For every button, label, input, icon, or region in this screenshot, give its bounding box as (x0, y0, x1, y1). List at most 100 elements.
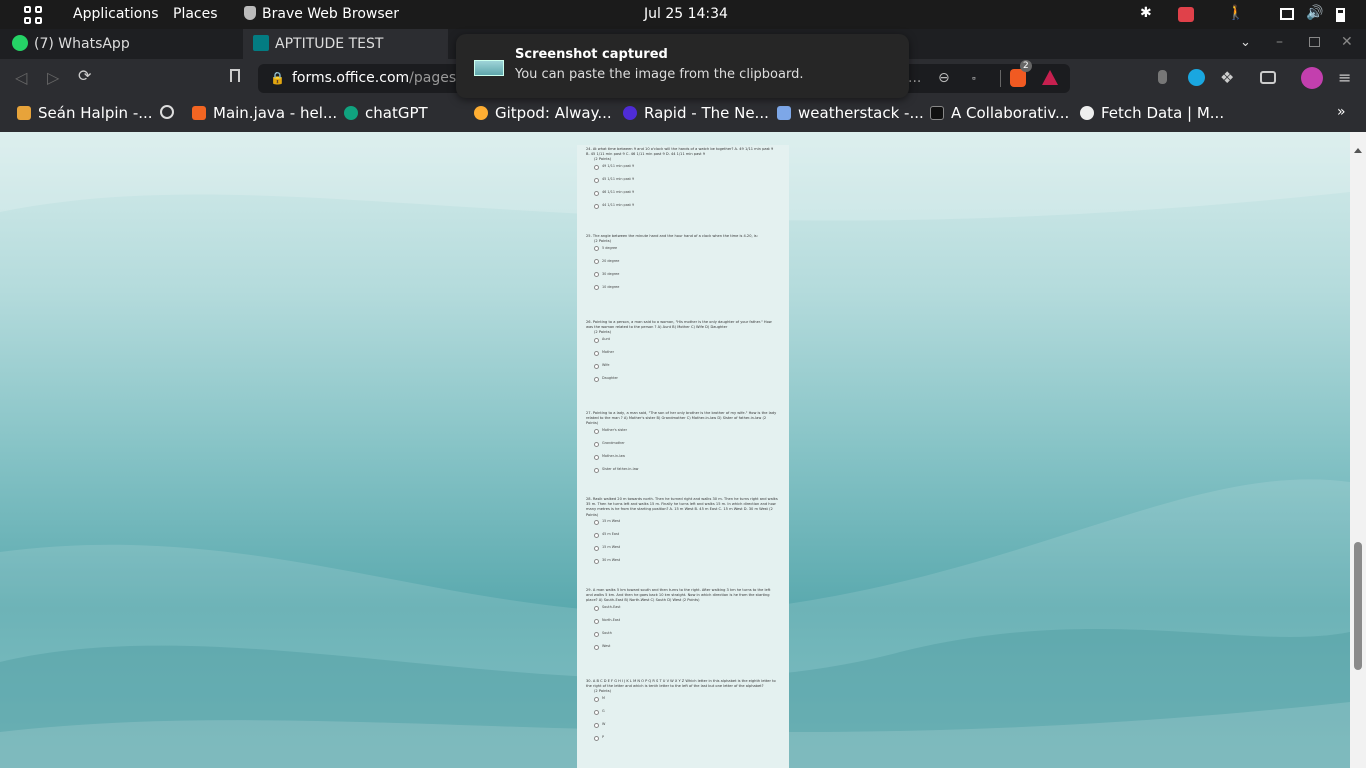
option[interactable]: 15 m West (594, 544, 778, 557)
radio-button[interactable] (594, 532, 599, 538)
radio-button[interactable] (594, 190, 599, 196)
radio-button[interactable] (594, 363, 599, 369)
radio-button[interactable] (594, 164, 599, 170)
page-scrollbar[interactable] (1350, 132, 1366, 768)
radio-button[interactable] (594, 177, 599, 183)
battery-icon[interactable] (1336, 8, 1345, 22)
places-menu[interactable]: Places (173, 6, 218, 22)
bookmark-item[interactable]: Gitpod: Alway... (474, 104, 612, 122)
extension-mouse-icon[interactable] (1158, 70, 1167, 84)
radio-button[interactable] (594, 259, 599, 265)
reload-icon[interactable]: ⟳ (78, 66, 91, 85)
radio-button[interactable] (594, 350, 599, 356)
forward-icon[interactable]: ▷ (47, 68, 59, 87)
option[interactable]: 5 degree (594, 244, 778, 257)
option[interactable]: 30 degree (594, 270, 778, 283)
bookmarks-overflow-icon[interactable]: » (1337, 104, 1346, 120)
option[interactable]: Daughter (594, 375, 778, 388)
option[interactable]: Mother's sister (594, 427, 778, 440)
bookmark-item[interactable]: Rapid - The Ne... (623, 104, 769, 122)
radio-button[interactable] (594, 558, 599, 564)
option[interactable]: W (594, 721, 778, 734)
menu-icon[interactable]: ≡ (1338, 68, 1351, 87)
option[interactable]: 44 1/11 min past 9 (594, 202, 778, 215)
tab-aptitude-test[interactable]: APTITUDE TEST (243, 29, 448, 59)
radio-button[interactable] (594, 631, 599, 637)
bookmark-item[interactable]: Fetch Data | M... (1080, 104, 1224, 122)
share-icon[interactable]: ⬞ (972, 64, 976, 93)
extension-chat-icon[interactable] (1188, 69, 1205, 86)
applications-menu[interactable]: Applications (73, 6, 159, 22)
radio-button[interactable] (594, 376, 599, 382)
option[interactable]: Aunt (594, 336, 778, 349)
screen-icon[interactable] (1280, 8, 1294, 20)
scroll-up-icon[interactable] (1354, 148, 1362, 153)
option[interactable]: South-East (594, 604, 778, 617)
option[interactable]: Mother-in-law (594, 453, 778, 466)
option[interactable]: 49 1/11 min past 9 (594, 163, 778, 176)
radio-button[interactable] (594, 735, 599, 741)
radio-button[interactable] (594, 272, 599, 278)
accessibility-icon[interactable]: 🚶 (1227, 5, 1244, 21)
zoom-icon[interactable]: ⊖ (938, 64, 950, 93)
radio-button[interactable] (594, 722, 599, 728)
option[interactable]: P (594, 734, 778, 747)
bookmark-item[interactable]: Seán Halpin -... (17, 104, 153, 122)
option[interactable]: Mother (594, 349, 778, 362)
radio-button[interactable] (594, 618, 599, 624)
radio-button[interactable] (594, 337, 599, 343)
bookmark-icon[interactable] (230, 69, 240, 82)
bookmark-item[interactable]: chatGPT (344, 104, 428, 122)
clock[interactable]: Jul 25 14:34 (644, 6, 728, 22)
radio-button[interactable] (594, 467, 599, 473)
globe-icon[interactable] (160, 105, 174, 119)
radio-button[interactable] (594, 519, 599, 525)
option[interactable]: 45 1/11 min past 9 (594, 176, 778, 189)
tab-whatsapp[interactable]: (7) WhatsApp (0, 29, 243, 59)
bookmark-item[interactable]: A Collaborativ... (930, 104, 1069, 122)
option[interactable]: 30 m West (594, 557, 778, 570)
option[interactable]: 20 degree (594, 257, 778, 270)
profile-avatar[interactable] (1301, 67, 1323, 89)
option[interactable]: 15 m West (594, 518, 778, 531)
app-grid-icon[interactable] (24, 6, 42, 24)
option[interactable]: 45 m East (594, 531, 778, 544)
active-app-menu[interactable]: Brave Web Browser (244, 6, 399, 22)
radio-button[interactable] (594, 605, 599, 611)
maximize-icon[interactable] (1309, 37, 1320, 47)
minimize-icon[interactable]: – (1276, 34, 1283, 50)
radio-button[interactable] (594, 696, 599, 702)
radio-button[interactable] (594, 203, 599, 209)
option[interactable]: North-East (594, 617, 778, 630)
option[interactable]: Sister of father-in-law (594, 466, 778, 479)
tab-search-chevron-icon[interactable]: ⌄ (1240, 35, 1251, 50)
option[interactable]: 46 1/11 min past 9 (594, 189, 778, 202)
option[interactable]: 10 degree (594, 283, 778, 296)
radio-button[interactable] (594, 545, 599, 551)
brave-rewards-icon[interactable] (1042, 70, 1058, 85)
radio-button[interactable] (594, 709, 599, 715)
option[interactable]: West (594, 643, 778, 656)
option[interactable]: South (594, 630, 778, 643)
close-icon[interactable]: ✕ (1341, 34, 1353, 50)
volume-icon[interactable]: 🔊 (1306, 5, 1323, 21)
option[interactable]: G (594, 708, 778, 721)
wallet-icon[interactable] (1260, 71, 1276, 84)
bookmark-item[interactable]: weatherstack -... (777, 104, 924, 122)
option[interactable]: M (594, 695, 778, 708)
radio-button[interactable] (594, 454, 599, 460)
bluetooth-icon[interactable]: ✱ (1140, 5, 1152, 21)
screenshot-notification[interactable]: Screenshot captured You can paste the im… (456, 34, 909, 98)
scrollbar-thumb[interactable] (1354, 542, 1362, 670)
option[interactable]: Wife (594, 362, 778, 375)
option[interactable]: Grandmother (594, 440, 778, 453)
radio-button[interactable] (594, 246, 599, 252)
back-icon[interactable]: ◁ (15, 68, 27, 87)
bookmark-item[interactable]: Main.java - hel... (192, 104, 337, 122)
radio-button[interactable] (594, 428, 599, 434)
extensions-puzzle-icon[interactable]: ❖ (1220, 68, 1234, 87)
radio-button[interactable] (594, 285, 599, 291)
anydesk-icon[interactable] (1178, 7, 1194, 22)
radio-button[interactable] (594, 441, 599, 447)
radio-button[interactable] (594, 644, 599, 650)
